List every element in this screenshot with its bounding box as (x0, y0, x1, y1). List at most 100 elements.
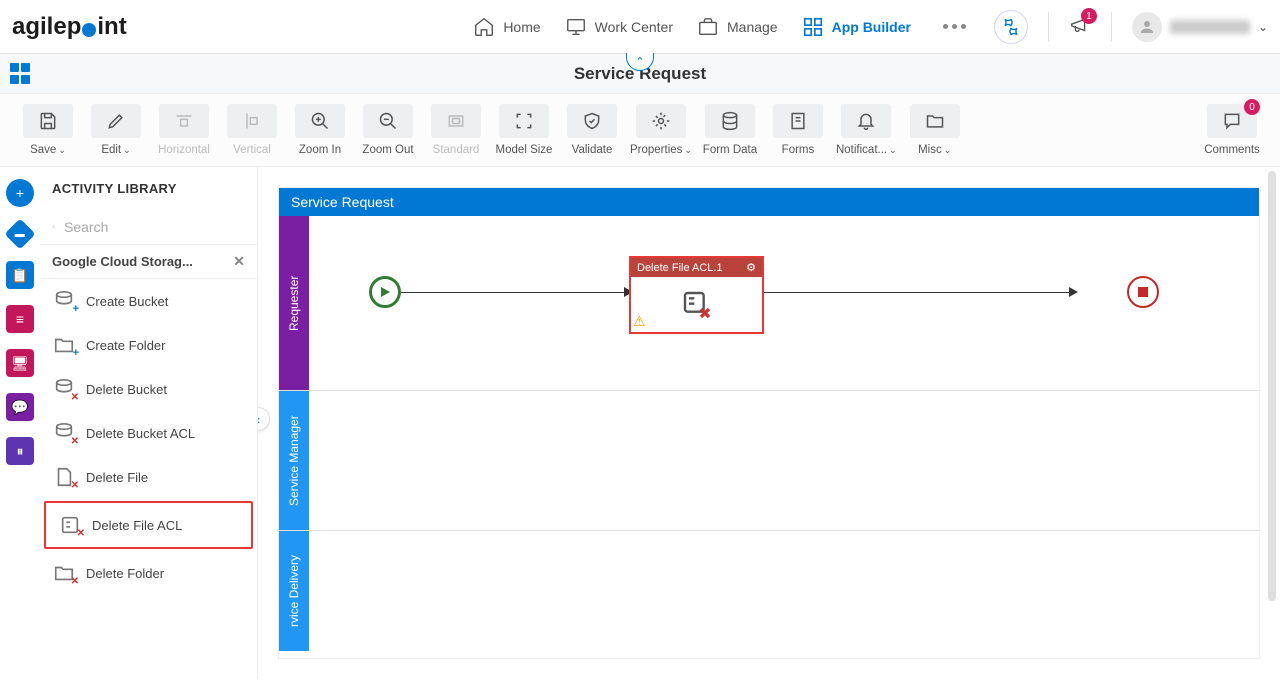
canvas-title: Service Request (279, 188, 1259, 216)
standard-icon (446, 111, 466, 131)
end-node[interactable] (1127, 276, 1159, 308)
comments-badge: 0 (1244, 99, 1260, 115)
nav-manage-label: Manage (727, 19, 778, 35)
announcements-button[interactable]: 1 (1069, 14, 1091, 39)
main-nav: Home Work Center Manage App Builder (473, 16, 974, 38)
search-icon (52, 218, 56, 236)
model-size-icon (514, 111, 534, 131)
file-acl-node-icon (681, 289, 713, 321)
activity-list: + Create Bucket + Create Folder ✕ Delete… (40, 279, 257, 679)
chevron-down-icon: ⌄ (1258, 20, 1268, 34)
activity-delete-file-acl[interactable]: ✕ Delete File ACL (44, 501, 253, 549)
lane-service-manager: Service Manager (279, 391, 1259, 531)
bell-icon (856, 111, 876, 131)
nav-home-label: Home (503, 19, 540, 35)
rail-clipboard-button[interactable]: 📋 (6, 261, 34, 289)
canvas-scrollbar[interactable] (1268, 171, 1276, 601)
comments-button[interactable]: 0 Comments (1202, 104, 1262, 156)
nav-app-builder-label: App Builder (832, 19, 911, 35)
rail-list-button[interactable]: ≡ (6, 305, 34, 333)
apps-icon (802, 16, 824, 38)
forms-button[interactable]: Forms (768, 104, 828, 156)
lane-label[interactable]: Requester (279, 216, 309, 390)
activity-delete-bucket[interactable]: ✕ Delete Bucket (40, 367, 257, 411)
start-node[interactable] (369, 276, 401, 308)
folder-icon (925, 111, 945, 131)
horizontal-icon (174, 111, 194, 131)
edit-button[interactable]: Edit⌄ (86, 104, 146, 156)
edit-icon (106, 111, 126, 131)
rail-add-button[interactable]: + (6, 179, 34, 207)
notifications-button[interactable]: Notificat...⌄ (836, 104, 897, 156)
app-header: agilepint Home Work Center Manage App Bu… (0, 0, 1280, 54)
standard-button[interactable]: Standard (426, 104, 486, 156)
nav-app-builder[interactable]: App Builder (802, 16, 911, 38)
connector-2[interactable] (764, 292, 1074, 293)
activity-node-title: Delete File ACL.1 (637, 262, 723, 274)
forms-icon (788, 111, 808, 131)
lane-label[interactable]: rvice Delivery (279, 531, 309, 651)
app-logo: agilepint (12, 13, 127, 41)
comment-icon (1222, 111, 1242, 131)
properties-button[interactable]: Properties⌄ (630, 104, 692, 156)
rail-process-button[interactable]: ▬ (4, 218, 35, 249)
form-data-button[interactable]: Form Data (700, 104, 760, 156)
lane-body[interactable] (309, 531, 1259, 651)
connector-1[interactable] (401, 292, 629, 293)
save-icon (38, 111, 58, 131)
editor-toolbar: Save⌄ Edit⌄ Horizontal Vertical Zoom In … (0, 94, 1280, 167)
page-subheader: ⌃ Service Request (0, 54, 1280, 94)
rail-chat-button[interactable]: 💬 (6, 393, 34, 421)
warning-icon: ⚠ (633, 313, 646, 330)
database-icon (720, 111, 740, 131)
side-rail: + ▬ 📋 ≡ 🖥 💬 ⏸ (0, 167, 40, 679)
rail-monitor-button[interactable]: 🖥 (6, 349, 34, 377)
category-close[interactable]: ✕ (233, 253, 245, 270)
zoom-out-button[interactable]: Zoom Out (358, 104, 418, 156)
apps-grid-button[interactable] (10, 63, 32, 85)
activity-delete-file[interactable]: ✕ Delete File (40, 455, 257, 499)
activity-sidebar: ACTIVITY LIBRARY Google Cloud Storag... … (40, 167, 258, 679)
lane-body[interactable]: Delete File ACL.1 ⚙ ⚠ (309, 216, 1259, 390)
lane-requester: Requester Delete File ACL.1 ⚙ (279, 216, 1259, 391)
pinwheel-icon (1002, 18, 1020, 36)
lane-label[interactable]: Service Manager (279, 391, 309, 530)
category-header[interactable]: Google Cloud Storag... ✕ (40, 245, 257, 279)
validate-icon (582, 111, 602, 131)
lane-body[interactable] (309, 391, 1259, 530)
validate-button[interactable]: Validate (562, 104, 622, 156)
gear-icon (651, 111, 671, 131)
model-size-button[interactable]: Model Size (494, 104, 554, 156)
activity-settings-icon[interactable]: ⚙ (746, 261, 756, 274)
notification-badge: 1 (1081, 8, 1097, 24)
nav-work-center-label: Work Center (595, 19, 673, 35)
avatar-icon (1132, 12, 1162, 42)
search-input[interactable] (64, 219, 245, 235)
zoom-out-icon (378, 111, 398, 131)
zoom-in-button[interactable]: Zoom In (290, 104, 350, 156)
main-area: + ▬ 📋 ≡ 🖥 💬 ⏸ ACTIVITY LIBRARY Google Cl… (0, 167, 1280, 679)
activity-create-folder[interactable]: + Create Folder (40, 323, 257, 367)
activity-delete-bucket-acl[interactable]: ✕ Delete Bucket ACL (40, 411, 257, 455)
activity-delete-folder[interactable]: ✕ Delete Folder (40, 551, 257, 595)
category-label: Google Cloud Storag... (52, 254, 193, 269)
canvas-wrapper: ‹ Service Request Requester Delete File … (258, 167, 1280, 679)
vertical-button[interactable]: Vertical (222, 104, 282, 156)
monitor-icon (565, 16, 587, 38)
rail-pause-button[interactable]: ⏸ (6, 437, 34, 465)
nav-manage[interactable]: Manage (697, 16, 778, 38)
nav-overflow[interactable] (935, 24, 974, 29)
hub-button[interactable] (994, 10, 1028, 44)
save-button[interactable]: Save⌄ (18, 104, 78, 156)
process-canvas[interactable]: Service Request Requester Delete File AC… (278, 187, 1260, 659)
activity-node-delete-file-acl[interactable]: Delete File ACL.1 ⚙ ⚠ (629, 256, 764, 334)
collapse-sidebar-button[interactable]: ‹ (258, 407, 270, 431)
sidebar-title: ACTIVITY LIBRARY (40, 167, 257, 210)
activity-create-bucket[interactable]: + Create Bucket (40, 279, 257, 323)
nav-work-center[interactable]: Work Center (565, 16, 673, 38)
user-name-label (1170, 20, 1250, 34)
misc-button[interactable]: Misc⌄ (905, 104, 965, 156)
nav-home[interactable]: Home (473, 16, 540, 38)
horizontal-button[interactable]: Horizontal (154, 104, 214, 156)
user-menu[interactable]: ⌄ (1132, 12, 1268, 42)
